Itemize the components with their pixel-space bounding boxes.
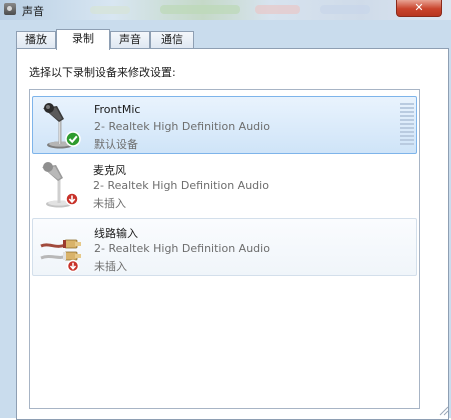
blurred-background xyxy=(160,5,240,14)
device-item-frontmic[interactable]: FrontMic 2- Realtek High Definition Audi… xyxy=(32,96,417,154)
tab-label: 通信 xyxy=(161,33,183,46)
device-item-microphone[interactable]: 麦克风 2- Realtek High Definition Audio 未插入 xyxy=(32,156,417,214)
tab-recording[interactable]: 录制 xyxy=(56,29,110,50)
speaker-app-icon xyxy=(4,3,16,15)
close-icon: ✕ xyxy=(414,1,424,14)
window-title: 声音 xyxy=(22,5,44,18)
device-name: 线路输入 xyxy=(94,227,138,240)
tab-label: 录制 xyxy=(72,32,94,45)
device-description: 2- Realtek High Definition Audio xyxy=(94,120,270,133)
device-name: FrontMic xyxy=(94,103,141,116)
title-bar[interactable]: 声音 ✕ xyxy=(0,0,451,20)
instruction-text: 选择以下录制设备来修改设置: xyxy=(29,66,176,79)
device-item-line-in[interactable]: 线路输入 2- Realtek High Definition Audio 未插… xyxy=(32,218,417,276)
recording-device-list[interactable]: FrontMic 2- Realtek High Definition Audi… xyxy=(29,89,420,409)
resize-grip-icon[interactable] xyxy=(438,403,450,417)
microphone-icon xyxy=(43,103,81,149)
tab-sounds[interactable]: 声音 xyxy=(110,31,150,48)
device-name: 麦克风 xyxy=(93,164,126,177)
device-status: 默认设备 xyxy=(94,138,138,151)
device-status: 未插入 xyxy=(94,260,127,273)
device-status: 未插入 xyxy=(93,197,126,210)
sound-dialog: 声音 ✕ 播放 录制 声音 通信 选择以下录制设备来修改设置: FrontMic… xyxy=(0,0,451,420)
device-description: 2- Realtek High Definition Audio xyxy=(94,242,270,255)
microphone-icon xyxy=(42,162,79,208)
tab-label: 播放 xyxy=(25,33,47,46)
blurred-background xyxy=(90,6,130,14)
tab-label: 声音 xyxy=(119,33,141,46)
blurred-background xyxy=(255,5,300,14)
line-in-cable-icon xyxy=(40,239,81,272)
close-button[interactable]: ✕ xyxy=(396,0,442,17)
tab-communications[interactable]: 通信 xyxy=(150,31,194,48)
input-level-meter xyxy=(400,103,414,147)
blurred-background xyxy=(320,5,370,14)
check-badge-icon xyxy=(65,131,81,147)
device-description: 2- Realtek High Definition Audio xyxy=(93,179,269,192)
tab-playback[interactable]: 播放 xyxy=(16,31,56,48)
